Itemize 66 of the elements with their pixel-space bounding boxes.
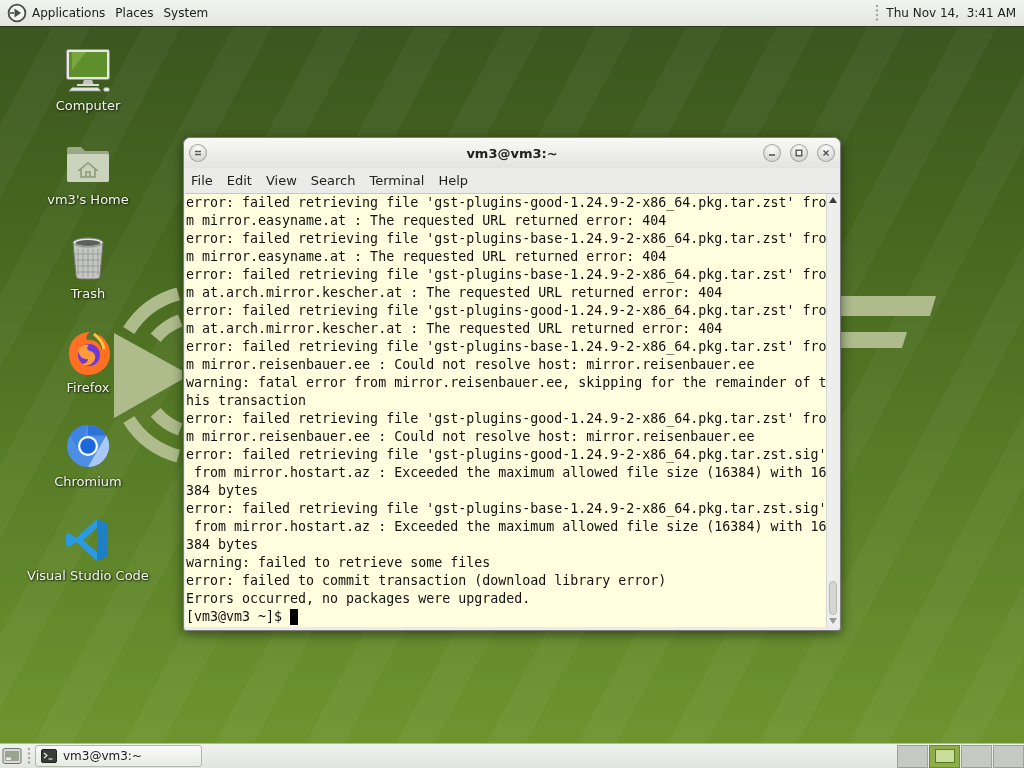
desktop-icon-label[interactable]: Chromium xyxy=(54,474,122,490)
panel-menu[interactable]: Applications xyxy=(27,3,111,23)
scroll-up-icon[interactable] xyxy=(829,197,838,203)
computer-icon[interactable] xyxy=(64,46,112,94)
show-desktop-icon[interactable] xyxy=(2,747,22,765)
menu-item[interactable]: Help xyxy=(431,171,476,190)
window-thumbnail-icon xyxy=(934,749,955,763)
drag-handle-icon[interactable] xyxy=(875,3,880,23)
workspace-button[interactable] xyxy=(929,744,960,768)
terminal-line: error: failed retrieving file 'gst-plugins-good-1.24.9-2-x86_64.pkg.tar.zst' fro xyxy=(186,194,827,212)
close-icon xyxy=(822,149,830,157)
menu-item[interactable]: View xyxy=(258,171,304,190)
terminal-line: m mirror.easyname.at : The requested URL returned error: 404 xyxy=(186,248,668,266)
terminal-line: error: failed retrieving file 'gst-plugins-base-1.24.9-2-x86_64.pkg.tar.zst' fro xyxy=(186,266,827,284)
logo-icon[interactable] xyxy=(7,3,27,23)
chromium-icon[interactable] xyxy=(64,422,112,470)
window-menu-button[interactable] xyxy=(189,144,207,162)
desktop-icon-label[interactable]: Computer xyxy=(55,98,121,114)
workspace-button[interactable] xyxy=(961,744,992,768)
desktop-icon-label[interactable]: vm3's Home xyxy=(47,192,129,208)
menu-item[interactable]: Terminal xyxy=(362,171,432,190)
terminal-line: m mirror.reisenbauer.ee : Could not resolve host: mirror.reisenbauer.ee xyxy=(186,356,756,374)
terminal-line: his transaction xyxy=(186,392,308,410)
terminal-line: warning: failed to retrieve some files xyxy=(186,554,492,572)
workspace-button[interactable] xyxy=(993,744,1024,768)
terminal-line: m mirror.reisenbauer.ee : Could not resolve host: mirror.reisenbauer.ee xyxy=(186,428,756,446)
menu-item[interactable]: Edit xyxy=(219,171,259,190)
terminal-line: error: failed retrieving file 'gst-plugins-base-1.24.9-2-x86_64.pkg.tar.zst' fro xyxy=(186,338,827,356)
desktop-icon-label[interactable]: Visual Studio Code xyxy=(27,568,149,584)
menu-item[interactable]: File xyxy=(184,171,220,190)
terminal-line: error: failed retrieving file 'gst-plugins-good-1.24.9-2-x86_64.pkg.tar.zst.sig' xyxy=(186,446,827,464)
terminal-line: m at.arch.mirror.kescher.at : The requested URL returned error: 404 xyxy=(186,284,724,302)
terminal-prompt: [vm3@vm3 ~]$ xyxy=(186,608,284,626)
workspace-button[interactable] xyxy=(897,744,928,768)
scrollbar-thumb[interactable] xyxy=(829,581,838,615)
terminal-line: error: failed retrieving file 'gst-plugins-good-1.24.9-2-x86_64.pkg.tar.zst' fro xyxy=(186,302,827,320)
panel-menu[interactable]: Places xyxy=(110,3,159,23)
terminal-line: error: failed retrieving file 'gst-plugins-good-1.24.9-2-x86_64.pkg.tar.zst' fro xyxy=(186,410,827,428)
desktop-icon-label[interactable]: Firefox xyxy=(66,380,110,396)
panel-menu[interactable]: System xyxy=(158,3,214,23)
terminal-icon xyxy=(41,749,57,763)
cursor-icon xyxy=(290,609,299,625)
terminal-line: error: failed retrieving file 'gst-plugins-base-1.24.9-2-x86_64.pkg.tar.zst.sig' xyxy=(186,500,827,518)
terminal-line: from mirror.hostart.az : Exceeded the maximum allowed file size (16384) with 16 xyxy=(193,518,827,536)
menu-item[interactable]: Search xyxy=(303,171,363,190)
maximize-icon xyxy=(795,149,803,157)
terminal-line: from mirror.hostart.az : Exceeded the maximum allowed file size (16384) with 16 xyxy=(193,464,827,482)
scroll-down-icon[interactable] xyxy=(829,618,838,624)
terminal-line: error: failed to commit transaction (download library error) xyxy=(186,572,668,590)
terminal-line: Errors occurred, no packages were upgraded. xyxy=(186,590,532,608)
desktop-icon-label[interactable]: Trash xyxy=(70,286,106,302)
window-title: vm3@vm3:~ xyxy=(465,145,559,161)
menu-icon xyxy=(194,149,202,157)
terminal-line: m at.arch.mirror.kescher.at : The requested URL returned error: 404 xyxy=(186,320,724,338)
terminal-line: warning: fatal error from mirror.reisenbauer.ee, skipping for the remainder of t xyxy=(186,374,827,392)
terminal-line: error: failed retrieving file 'gst-plugins-base-1.24.9-2-x86_64.pkg.tar.zst' fro xyxy=(186,230,827,248)
taskbar-button[interactable]: vm3@vm3:~ xyxy=(35,745,202,767)
terminal-line: 384 bytes xyxy=(186,482,260,500)
close-button[interactable] xyxy=(817,144,835,162)
terminal-line: 384 bytes xyxy=(186,536,260,554)
minimize-button[interactable] xyxy=(763,144,781,162)
terminal-line: m mirror.easyname.at : The requested URL returned error: 404 xyxy=(186,212,668,230)
maximize-button[interactable] xyxy=(790,144,808,162)
panel-clock[interactable]: Thu Nov 14, 3:41 AM xyxy=(886,6,1016,20)
drag-handle-icon[interactable] xyxy=(27,746,31,766)
scrollbar[interactable] xyxy=(826,194,839,627)
